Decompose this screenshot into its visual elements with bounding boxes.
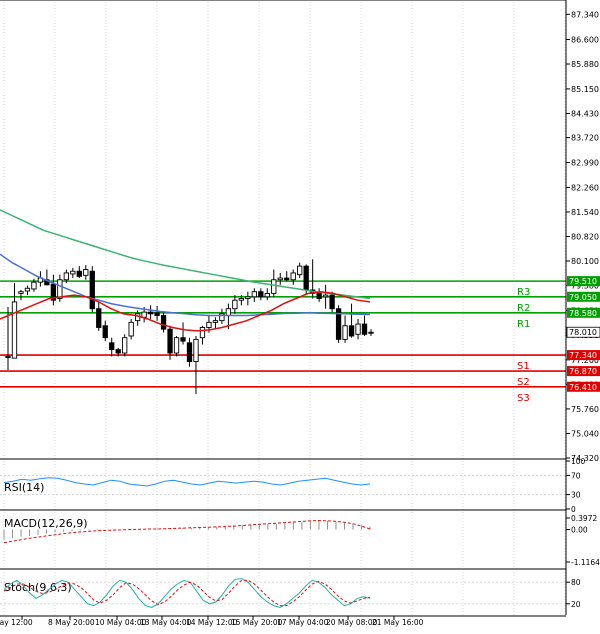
y-tick-label: 82.260	[571, 183, 599, 192]
y-tick-label: 81.540	[571, 208, 599, 217]
y-tick-label: 85.150	[571, 85, 599, 94]
candle-bearish	[160, 315, 167, 330]
candle-bullish	[297, 265, 303, 276]
x-tick-label: 10 May 04:00	[95, 618, 147, 627]
candle-bullish	[70, 270, 76, 275]
current-price-label: 78.010	[569, 328, 597, 337]
x-tick-label: 17 May 04:00	[277, 618, 329, 627]
candle-bearish	[316, 292, 322, 299]
x-tick-label: 15 May 20:00	[231, 618, 283, 627]
candle-bullish	[355, 323, 361, 335]
candle-bullish	[57, 279, 63, 299]
candle-bullish	[83, 269, 89, 276]
level-name-r1: R1	[517, 319, 530, 330]
y-tick-label: 85.880	[571, 60, 599, 69]
candle-bullish	[122, 337, 128, 354]
macd-title: MACD(12,26,9)	[4, 517, 88, 530]
candle-bullish	[11, 301, 18, 359]
candle-bullish	[277, 277, 283, 281]
candle-bearish	[154, 312, 160, 316]
candle-bullish	[128, 321, 134, 337]
level-price-label: 77.340	[569, 351, 597, 360]
candle-bullish	[5, 355, 11, 358]
level-price-label: 79.510	[569, 277, 597, 286]
candle-bearish	[102, 325, 108, 339]
candle-bullish	[18, 291, 24, 294]
level-price-label: 79.050	[569, 293, 597, 302]
x-tick-label: 20 May 08:00	[326, 618, 378, 627]
y-tick-label: 80.820	[571, 232, 599, 241]
candle-bearish	[89, 270, 95, 310]
candle-bearish	[303, 265, 309, 291]
candle-bearish	[115, 349, 121, 354]
x-tick-label: 21 May 16:00	[372, 618, 424, 627]
candle-bullish	[225, 308, 232, 316]
rsi-tick-label: 30	[571, 491, 581, 500]
candle-bearish	[147, 311, 154, 315]
x-tick-label: 14 May 12:00	[186, 618, 238, 627]
macd-tick-label: -1.1164	[571, 558, 600, 567]
candle-bearish	[180, 337, 186, 342]
candle-bearish	[167, 328, 173, 354]
x-tick-label: 13 May 04:00	[140, 618, 192, 627]
rsi-tick-label: 100	[571, 457, 586, 466]
level-price-label: 76.870	[569, 367, 597, 376]
candle-bullish	[141, 311, 147, 318]
candle-bearish	[348, 325, 355, 337]
y-tick-label: 83.720	[571, 134, 599, 143]
candle-bullish	[245, 296, 251, 299]
candle-bullish	[193, 338, 199, 363]
macd-tick-label: 0.3972	[571, 514, 597, 523]
candle-bullish	[199, 327, 206, 339]
candle-bullish	[271, 279, 277, 294]
candle-bullish	[238, 298, 245, 301]
macd-tick-label: 0.00	[571, 526, 588, 535]
candle-bullish	[63, 272, 69, 281]
candle-bullish	[24, 287, 31, 292]
y-tick-label: 80.100	[571, 257, 599, 266]
forex-chart-window: R3 R2 R1 S1 S2 S3 RSI(14) MACD(12,26,9) Stoch…	[0, 0, 600, 630]
rsi-tick-label: 70	[571, 471, 581, 480]
y-tick-label: 75.040	[571, 429, 599, 438]
y-tick-label: 82.990	[571, 159, 599, 168]
candle-bearish	[109, 342, 115, 351]
y-tick-label: 86.600	[571, 35, 599, 44]
candle-bearish	[258, 291, 264, 298]
candle-bullish	[290, 272, 296, 281]
candle-bearish	[361, 323, 368, 335]
level-price-label: 78.580	[569, 309, 597, 318]
candle-bullish	[232, 299, 238, 310]
y-tick-label: 87.340	[571, 10, 599, 19]
y-tick-label: 75.760	[571, 405, 599, 414]
candle-bearish	[186, 342, 193, 363]
chart-canvas[interactable]: R3R2R1S1S2S3 RSI(14) MACD(12,26,9) Stoch…	[0, 0, 600, 630]
candle-bearish	[96, 308, 102, 328]
x-tick-label: 7 May 12:00	[0, 618, 33, 627]
candle-bullish	[322, 294, 329, 298]
candle-bullish	[31, 281, 37, 290]
candle-bullish	[173, 337, 180, 354]
candle-bullish	[342, 325, 348, 340]
rsi-tick-label: 0	[571, 505, 576, 514]
level-name-s3: S3	[517, 393, 530, 404]
candle-bullish	[206, 321, 212, 328]
candle-bearish	[329, 294, 335, 310]
candle-bullish	[212, 320, 219, 323]
y-tick-label: 84.430	[571, 109, 599, 118]
x-tick-label: 8 May 20:00	[48, 618, 95, 627]
level-price-label: 76.410	[569, 383, 597, 392]
stoch-tick-label: 80	[571, 578, 581, 587]
rsi-title: RSI(14)	[4, 481, 44, 494]
candle-bullish	[264, 292, 270, 298]
candle-bearish	[284, 277, 290, 281]
candle-bearish	[76, 270, 82, 277]
candle-bullish	[251, 291, 257, 298]
candle-bullish	[368, 331, 374, 334]
stoch-tick-label: 20	[571, 600, 581, 609]
